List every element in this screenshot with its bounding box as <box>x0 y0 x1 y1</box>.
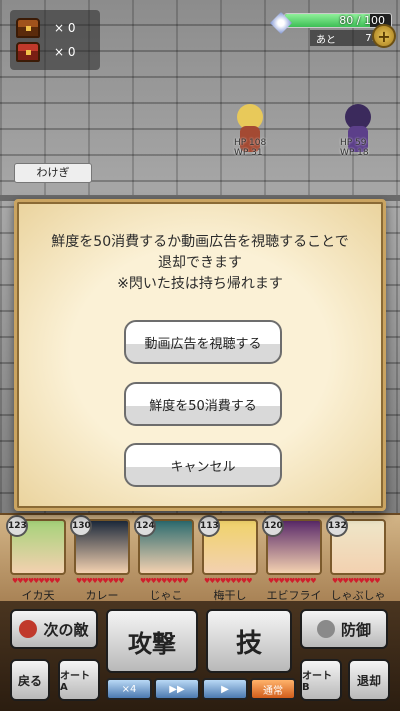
consume-freshness-button[interactable]: 鮮度を50消費する <box>124 382 282 426</box>
watch-ad-button[interactable]: 動画広告を視聴する <box>124 320 282 364</box>
dialog-message-line: ※閃いた技は持ち帰れます <box>117 276 283 292</box>
retreat-dialog: 鮮度を50消費するか動画広告を視聴することで 退却できます ※閃いた技は持ち帰れ… <box>14 199 386 511</box>
dialog-message-line: 鮮度を50消費するか動画広告を視聴することで <box>51 234 349 250</box>
cancel-button[interactable]: キャンセル <box>124 443 282 487</box>
dialog-message: 鮮度を50消費するか動画広告を視聴することで 退却できます ※閃いた技は持ち帰れ… <box>17 232 383 295</box>
dialog-message-line: 退却できます <box>158 255 242 271</box>
retreat-dialog-overlay: 鮮度を50消費するか動画広告を視聴することで 退却できます ※閃いた技は持ち帰れ… <box>0 0 400 711</box>
